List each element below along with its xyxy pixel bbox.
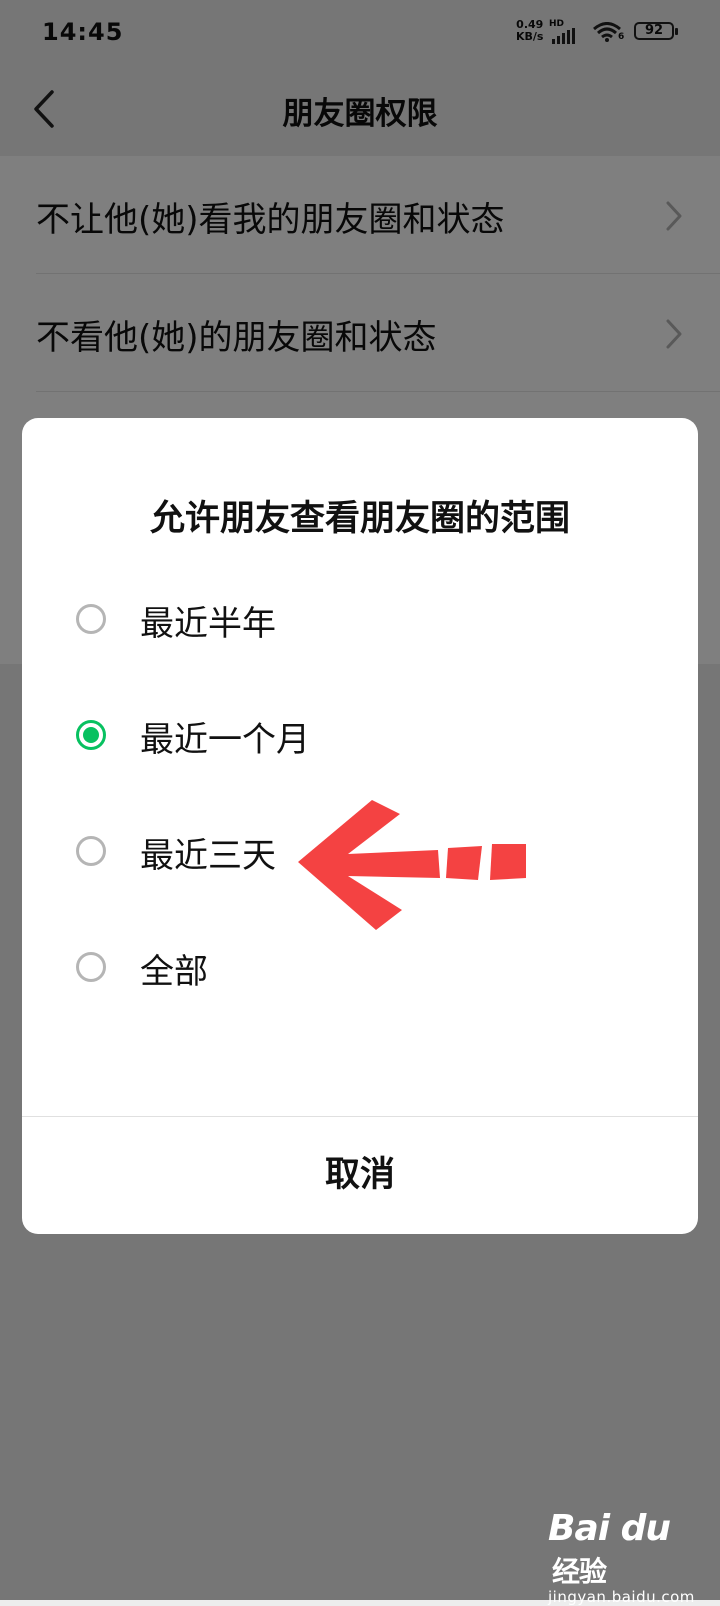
radio-unselected-icon[interactable]: [76, 952, 106, 982]
dialog-title: 允许朋友查看朋友圈的范围: [149, 499, 570, 539]
option-label: 最近半年: [140, 604, 276, 644]
option-one-month[interactable]: 最近一个月: [22, 688, 698, 788]
baidu-jingyan-watermark: Bai du 经验 jingyan.baidu.com: [548, 1508, 720, 1606]
watermark-suffix: 经验: [552, 1555, 607, 1588]
option-all[interactable]: 全部: [22, 920, 698, 1020]
red-arrow-annotation-icon: [298, 800, 526, 930]
watermark-url: jingyan.baidu.com: [548, 1588, 695, 1606]
watermark-logo: Bai du: [548, 1508, 671, 1549]
radio-unselected-icon[interactable]: [76, 604, 106, 634]
option-half-year[interactable]: 最近半年: [22, 572, 698, 672]
option-label: 全部: [140, 952, 208, 992]
option-label: 最近一个月: [140, 720, 310, 760]
radio-unselected-icon[interactable]: [76, 836, 106, 866]
cancel-button[interactable]: 取消: [22, 1117, 698, 1234]
radio-selected-icon[interactable]: [76, 720, 106, 750]
option-label: 最近三天: [140, 836, 276, 876]
